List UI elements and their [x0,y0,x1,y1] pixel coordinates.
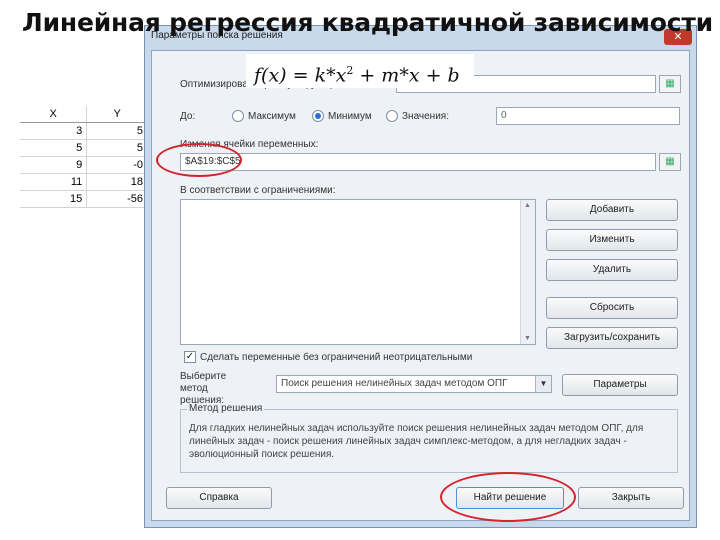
table-row: 15 -56 [20,190,148,208]
dialog-body: Оптимизировать целевую функцию: $E$8 ▦ Д… [151,50,690,521]
constraints-scrollbar[interactable]: ▲ ▼ [520,200,535,344]
value-field[interactable]: 0 [496,107,680,125]
spreadsheet-table: X Y 3 5 5 5 9 -0 11 18 15 -56 [20,106,148,208]
solver-dialog: Параметры поиска решения ✕ Оптимизироват… [144,25,697,528]
table-row: 5 5 [20,139,148,157]
method-select[interactable]: Поиск решения нелинейных задач методом О… [276,375,552,393]
table-row: 11 18 [20,173,148,191]
close-button[interactable]: Закрыть [578,487,684,509]
method-select-value: Поиск решения нелинейных задач методом О… [281,378,508,389]
nonneg-label: Сделать переменные без ограничений неотр… [200,352,473,363]
formula-lhs: f(x) = k*x [254,64,347,87]
cell-y[interactable]: 5 [86,139,148,157]
formula-rhs: + m*x + b [353,64,460,87]
reset-button[interactable]: Сбросить [546,297,678,319]
highlight-ring-changing-cells [156,143,242,177]
column-header-x[interactable]: X [20,106,88,123]
scroll-up-icon[interactable]: ▲ [524,202,531,209]
add-button[interactable]: Добавить [546,199,678,221]
table-header-row: X Y [20,106,148,123]
radio-value-label: Значения: [402,111,449,122]
cell-x[interactable]: 9 [20,156,88,174]
cell-y[interactable]: 5 [86,122,148,140]
cell-x[interactable]: 11 [20,173,88,191]
method-select-label: Выберите метод решения: [180,371,227,406]
radio-max[interactable] [232,110,244,122]
scroll-down-icon[interactable]: ▼ [524,335,531,342]
method-group-title: Метод решения [187,403,265,414]
table-row: 9 -0 [20,156,148,174]
parameters-button[interactable]: Параметры [562,374,678,396]
cell-y[interactable]: 18 [86,173,148,191]
cell-x[interactable]: 5 [20,139,88,157]
table-row: 3 5 [20,122,148,140]
load-save-button[interactable]: Загрузить/сохранить [546,327,678,349]
chevron-down-icon[interactable]: ▼ [535,376,551,392]
cell-y[interactable]: -0 [86,156,148,174]
range-select-icon[interactable]: ▦ [659,153,681,171]
radio-min-label: Минимум [328,111,372,122]
to-label: До: [180,111,196,122]
change-button[interactable]: Изменить [546,229,678,251]
range-select-icon[interactable]: ▦ [659,75,681,93]
method-group: Метод решения Для гладких нелинейных зад… [180,403,678,473]
cell-x[interactable]: 15 [20,190,88,208]
help-button[interactable]: Справка [166,487,272,509]
radio-value[interactable] [386,110,398,122]
formula-overlay: f(x) = k*x2 + m*x + b [246,54,474,88]
constraints-label: В соответствии с ограничениями: [180,185,336,196]
column-header-y[interactable]: Y [86,106,148,123]
cell-y[interactable]: -56 [86,190,148,208]
radio-max-label: Максимум [248,111,296,122]
slide-title: Линейная регрессия квадратичной зависимо… [22,8,713,37]
constraints-list[interactable]: ▲ ▼ [180,199,536,345]
radio-min[interactable] [312,110,324,122]
method-group-text: Для гладких нелинейных задач используйте… [189,423,644,460]
changing-cells-field[interactable]: $A$19:$C$5 [180,153,656,171]
nonneg-checkbox[interactable]: ✓ [184,351,196,363]
cell-x[interactable]: 3 [20,122,88,140]
delete-button[interactable]: Удалить [546,259,678,281]
highlight-ring-solve-button [440,472,576,522]
